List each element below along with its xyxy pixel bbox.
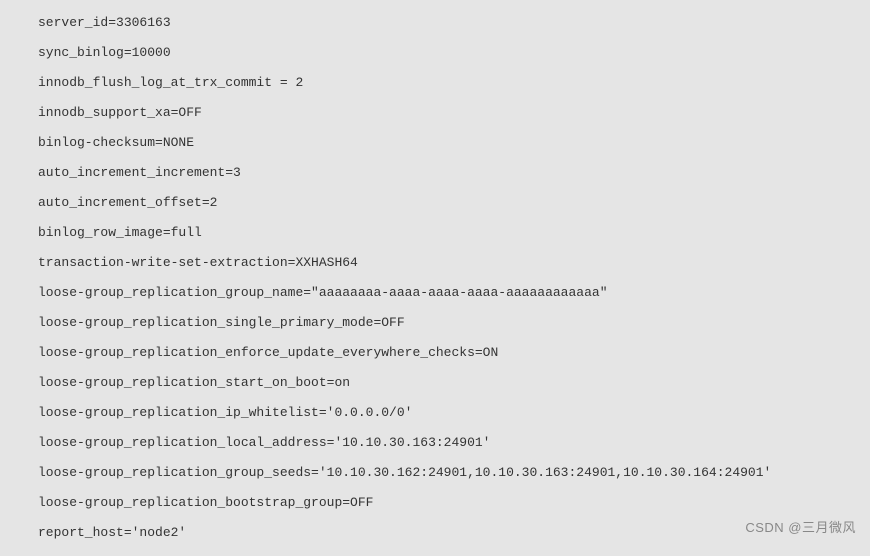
config-line: loose-group_replication_single_primary_m… [28, 308, 870, 338]
config-line: loose-group_replication_bootstrap_group=… [28, 488, 870, 518]
config-line: report_host='node2' [28, 518, 870, 548]
config-line: loose-group_replication_ip_whitelist='0.… [28, 398, 870, 428]
config-line: binlog_row_image=full [28, 218, 870, 248]
config-line: loose-group_replication_local_address='1… [28, 428, 870, 458]
config-line: loose-group_replication_group_name="aaaa… [28, 278, 870, 308]
config-line: loose-group_replication_start_on_boot=on [28, 368, 870, 398]
config-line: loose-group_replication_enforce_update_e… [28, 338, 870, 368]
config-line: auto_increment_increment=3 [28, 158, 870, 188]
config-line: loose-group_replication_group_seeds='10.… [28, 458, 870, 488]
config-line: auto_increment_offset=2 [28, 188, 870, 218]
config-line: innodb_support_xa=OFF [28, 98, 870, 128]
config-line: server_id=3306163 [28, 8, 870, 38]
code-block: server_id=3306163 sync_binlog=10000 inno… [0, 0, 870, 556]
config-line: sync_binlog=10000 [28, 38, 870, 68]
config-line: transaction-write-set-extraction=XXHASH6… [28, 248, 870, 278]
config-line: binlog-checksum=NONE [28, 128, 870, 158]
config-line: innodb_flush_log_at_trx_commit = 2 [28, 68, 870, 98]
watermark: CSDN @三月微风 [745, 517, 856, 536]
